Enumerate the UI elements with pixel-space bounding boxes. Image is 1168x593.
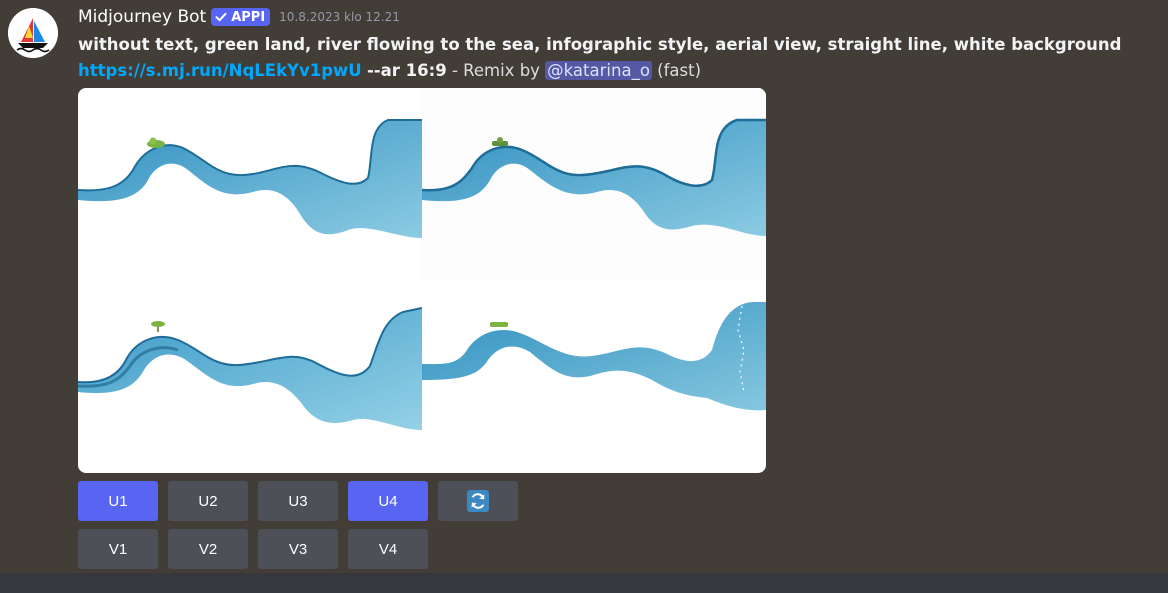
message-header: Midjourney Bot APPI 10.8.2023 klo 12.21 xyxy=(78,5,1168,29)
v2-button[interactable]: V2 xyxy=(168,529,248,569)
u4-button[interactable]: U4 xyxy=(348,481,428,521)
u3-button[interactable]: U3 xyxy=(258,481,338,521)
image-grid[interactable] xyxy=(78,88,766,473)
grid-image-3[interactable] xyxy=(78,280,422,472)
message: Midjourney Bot APPI 10.8.2023 klo 12.21 … xyxy=(78,5,1168,85)
app-badge-label: APPI xyxy=(231,9,266,25)
speed-label: (fast) xyxy=(657,61,702,80)
user-mention[interactable]: @katarina_o xyxy=(545,61,652,80)
remix-text: - Remix by xyxy=(446,61,546,80)
v1-button[interactable]: V1 xyxy=(78,529,158,569)
grid-image-1[interactable] xyxy=(78,88,422,280)
u2-button[interactable]: U2 xyxy=(168,481,248,521)
v4-button[interactable]: V4 xyxy=(348,529,428,569)
v3-button[interactable]: V3 xyxy=(258,529,338,569)
prompt-meta: https://s.mj.run/NqLEkYv1pwU --ar 16:9 -… xyxy=(78,57,1168,85)
checkmark-icon xyxy=(215,12,227,22)
app-badge: APPI xyxy=(211,8,271,26)
bottom-bar xyxy=(0,573,1168,593)
prompt-link[interactable]: https://s.mj.run/NqLEkYv1pwU xyxy=(78,61,362,80)
variation-button-row: V1 V2 V3 V4 xyxy=(78,529,428,569)
u1-button[interactable]: U1 xyxy=(78,481,158,521)
prompt-text: without text, green land, river flowing … xyxy=(78,35,1122,54)
username[interactable]: Midjourney Bot xyxy=(78,7,206,27)
refresh-icon xyxy=(467,490,489,512)
bot-avatar[interactable] xyxy=(8,8,58,58)
grid-image-2[interactable] xyxy=(422,88,766,280)
aspect-params: --ar 16:9 xyxy=(366,61,447,80)
upscale-button-row: U1 U2 U3 U4 xyxy=(78,481,518,521)
grid-image-4[interactable] xyxy=(422,280,766,472)
reroll-button[interactable] xyxy=(438,481,518,521)
timestamp: 10.8.2023 klo 12.21 xyxy=(279,10,400,24)
